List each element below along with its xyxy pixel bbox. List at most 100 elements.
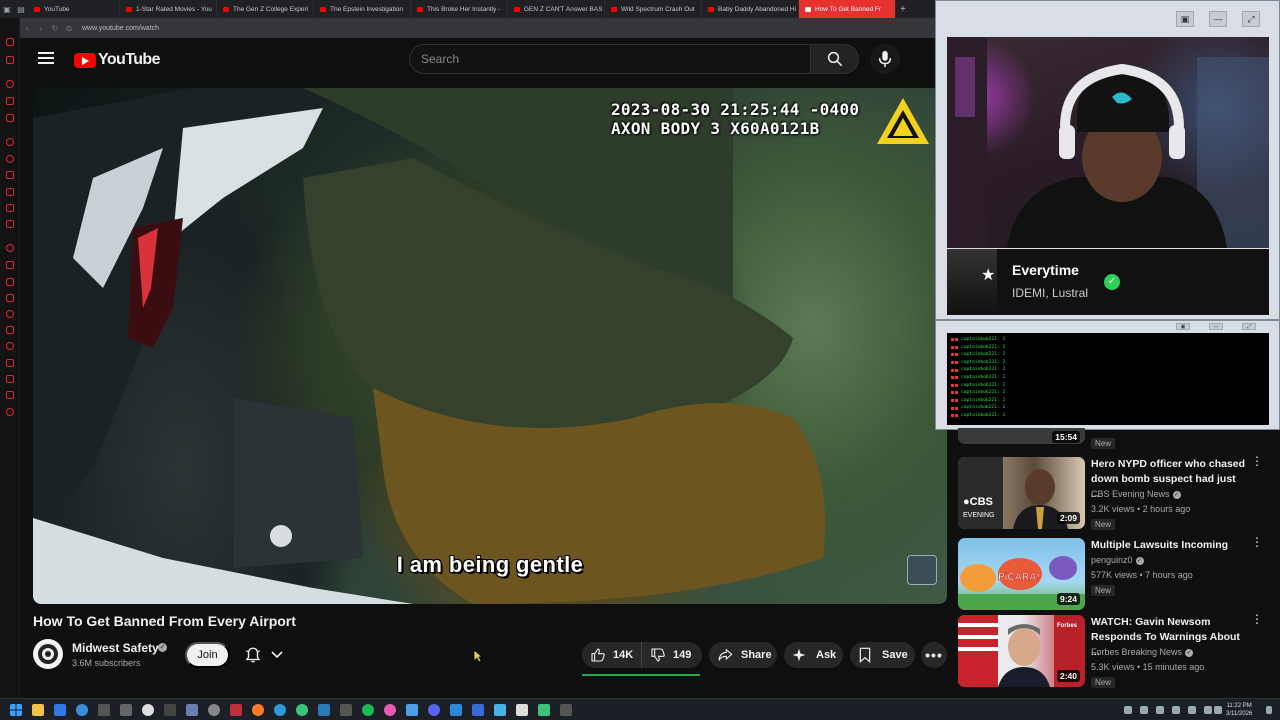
sidebar-app-icon[interactable] bbox=[6, 391, 14, 399]
browser-tab-active[interactable]: How To Get Banned Fr bbox=[799, 0, 896, 18]
discord-icon[interactable] bbox=[428, 704, 440, 716]
tray-app-icon[interactable] bbox=[1140, 706, 1148, 714]
sidebar-app-icon[interactable] bbox=[6, 375, 14, 383]
save-button[interactable]: Save bbox=[850, 642, 915, 668]
taskbar-app-icon[interactable] bbox=[538, 704, 550, 716]
fullscreen-icon[interactable]: ⤢ bbox=[1242, 323, 1256, 330]
sidebar-app-icon[interactable] bbox=[6, 310, 14, 318]
windows-start-icon[interactable] bbox=[10, 704, 22, 716]
workspace-icon[interactable]: ▣ bbox=[0, 0, 14, 18]
sidebar-app-icon[interactable] bbox=[6, 38, 14, 46]
browser-tab[interactable]: The Gen Z College Experi bbox=[217, 0, 314, 18]
fullscreen-icon[interactable]: ⤢ bbox=[1242, 11, 1260, 27]
notifications-icon[interactable] bbox=[1266, 706, 1272, 714]
tab-list-icon[interactable]: ▤ bbox=[14, 0, 28, 18]
steam-icon[interactable] bbox=[318, 704, 330, 716]
system-clock[interactable]: 11:22 PM 3/11/2026 bbox=[1226, 702, 1252, 718]
volume-icon[interactable] bbox=[1214, 706, 1222, 714]
sidebar-app-icon[interactable] bbox=[6, 138, 14, 146]
like-button[interactable]: 14K bbox=[582, 642, 642, 668]
file-explorer-icon[interactable] bbox=[32, 704, 44, 716]
sidebar-app-icon[interactable] bbox=[6, 155, 14, 163]
dislike-button[interactable]: 149 bbox=[642, 642, 702, 668]
reload-icon[interactable]: ↻ bbox=[48, 24, 62, 33]
sidebar-app-icon[interactable] bbox=[6, 56, 14, 64]
restore-icon[interactable]: ▣ bbox=[1176, 11, 1194, 27]
more-actions-button[interactable]: ••• bbox=[921, 642, 947, 668]
notification-bell-button[interactable] bbox=[240, 642, 288, 668]
sidebar-app-icon[interactable] bbox=[6, 97, 14, 105]
youtube-logo[interactable]: YouTube bbox=[74, 51, 160, 69]
sidebar-app-icon[interactable] bbox=[6, 204, 14, 212]
ask-button[interactable]: Ask bbox=[784, 642, 843, 668]
sidebar-app-icon[interactable] bbox=[6, 326, 14, 334]
tray-chevron-icon[interactable] bbox=[1124, 706, 1132, 714]
back-icon[interactable]: ‹ bbox=[20, 24, 34, 33]
forward-icon[interactable]: › bbox=[34, 24, 48, 33]
taskbar-app-icon[interactable] bbox=[406, 704, 418, 716]
more-vertical-icon[interactable]: ⋮ bbox=[1251, 455, 1263, 467]
wifi-icon[interactable] bbox=[1204, 706, 1212, 714]
recommendation-item[interactable]: PiCARA! 9:24 Multiple Lawsuits Incoming … bbox=[958, 536, 1263, 612]
restore-icon[interactable]: ▣ bbox=[1176, 323, 1190, 330]
sidebar-app-icon[interactable] bbox=[6, 261, 14, 269]
tray-app-icon[interactable] bbox=[1172, 706, 1180, 714]
share-button[interactable]: Share bbox=[709, 642, 777, 668]
browser-tab[interactable]: GEN Z CAN'T Answer BAS bbox=[508, 0, 605, 18]
site-info-icon[interactable]: ⊜ bbox=[62, 24, 76, 33]
channel-avatar[interactable] bbox=[33, 639, 63, 669]
taskbar-app-icon[interactable] bbox=[142, 704, 154, 716]
browser-tab[interactable]: The Epstein Investigation bbox=[314, 0, 411, 18]
taskbar-app-icon[interactable] bbox=[296, 704, 308, 716]
sidebar-app-icon[interactable] bbox=[6, 294, 14, 302]
sidebar-app-icon[interactable] bbox=[6, 342, 14, 350]
sidebar-app-icon[interactable] bbox=[6, 220, 14, 228]
edge-icon[interactable] bbox=[76, 704, 88, 716]
taskbar-app-icon[interactable] bbox=[516, 704, 528, 716]
tray-app-icon[interactable] bbox=[1188, 706, 1196, 714]
video-player[interactable]: 2023-08-30 21:25:44 -0400 AXON BODY 3 X6… bbox=[33, 88, 947, 604]
taskbar-app-icon[interactable] bbox=[164, 704, 176, 716]
spotify-icon[interactable] bbox=[362, 704, 374, 716]
taskbar-app-icon[interactable] bbox=[54, 704, 66, 716]
recommendation-item[interactable]: ●CBS EVENING 2:09 Hero NYPD officer who … bbox=[958, 455, 1263, 531]
settings-icon[interactable] bbox=[6, 408, 14, 416]
more-vertical-icon[interactable]: ⋮ bbox=[1251, 613, 1263, 625]
new-tab-button[interactable]: + bbox=[896, 4, 906, 15]
taskbar-app-icon[interactable] bbox=[384, 704, 396, 716]
browser-tab[interactable]: This Broke Her Instantly - bbox=[411, 0, 508, 18]
search-button[interactable] bbox=[811, 44, 859, 74]
minimize-icon[interactable]: — bbox=[1209, 11, 1227, 27]
taskbar-app-icon[interactable] bbox=[274, 704, 286, 716]
browser-tab[interactable]: YouTube bbox=[28, 0, 120, 18]
taskbar-app-icon-active[interactable] bbox=[230, 704, 242, 716]
recommendation-item[interactable]: Forbes 2:40 WATCH: Gavin Newsom Responds… bbox=[958, 613, 1263, 689]
voice-search-button[interactable] bbox=[870, 44, 900, 74]
sidebar-app-icon[interactable] bbox=[6, 114, 14, 122]
taskbar-app-icon[interactable] bbox=[340, 704, 352, 716]
sidebar-app-icon[interactable] bbox=[6, 171, 14, 179]
taskbar-app-icon[interactable] bbox=[120, 704, 132, 716]
browser-tab[interactable]: Baby Daddy Abandoned Hi bbox=[702, 0, 799, 18]
taskbar-app-icon[interactable] bbox=[208, 704, 220, 716]
channel-watermark[interactable] bbox=[907, 555, 937, 585]
browser-tab[interactable]: Wild Spectrum Crash Out bbox=[605, 0, 702, 18]
channel-name[interactable]: Midwest Safety bbox=[72, 641, 159, 655]
taskbar-app-icon[interactable] bbox=[560, 704, 572, 716]
recommendation-item[interactable]: 15:54 New bbox=[958, 428, 1258, 450]
taskbar-app-icon[interactable] bbox=[472, 704, 484, 716]
join-button[interactable]: Join bbox=[185, 642, 230, 668]
sidebar-app-icon[interactable] bbox=[6, 359, 14, 367]
firefox-icon[interactable] bbox=[252, 704, 264, 716]
taskbar-app-icon[interactable] bbox=[186, 704, 198, 716]
sidebar-app-icon[interactable] bbox=[6, 244, 14, 252]
taskbar-app-icon[interactable] bbox=[494, 704, 506, 716]
browser-tab[interactable]: 1-Star Rated Movies - You bbox=[120, 0, 217, 18]
sidebar-app-icon[interactable] bbox=[6, 188, 14, 196]
url-field[interactable]: www.youtube.com/watch bbox=[82, 25, 159, 32]
taskbar-app-icon[interactable] bbox=[98, 704, 110, 716]
sidebar-app-icon[interactable] bbox=[6, 278, 14, 286]
minimize-icon[interactable]: — bbox=[1209, 323, 1223, 330]
taskbar-app-icon[interactable] bbox=[450, 704, 462, 716]
more-vertical-icon[interactable]: ⋮ bbox=[1251, 536, 1263, 548]
